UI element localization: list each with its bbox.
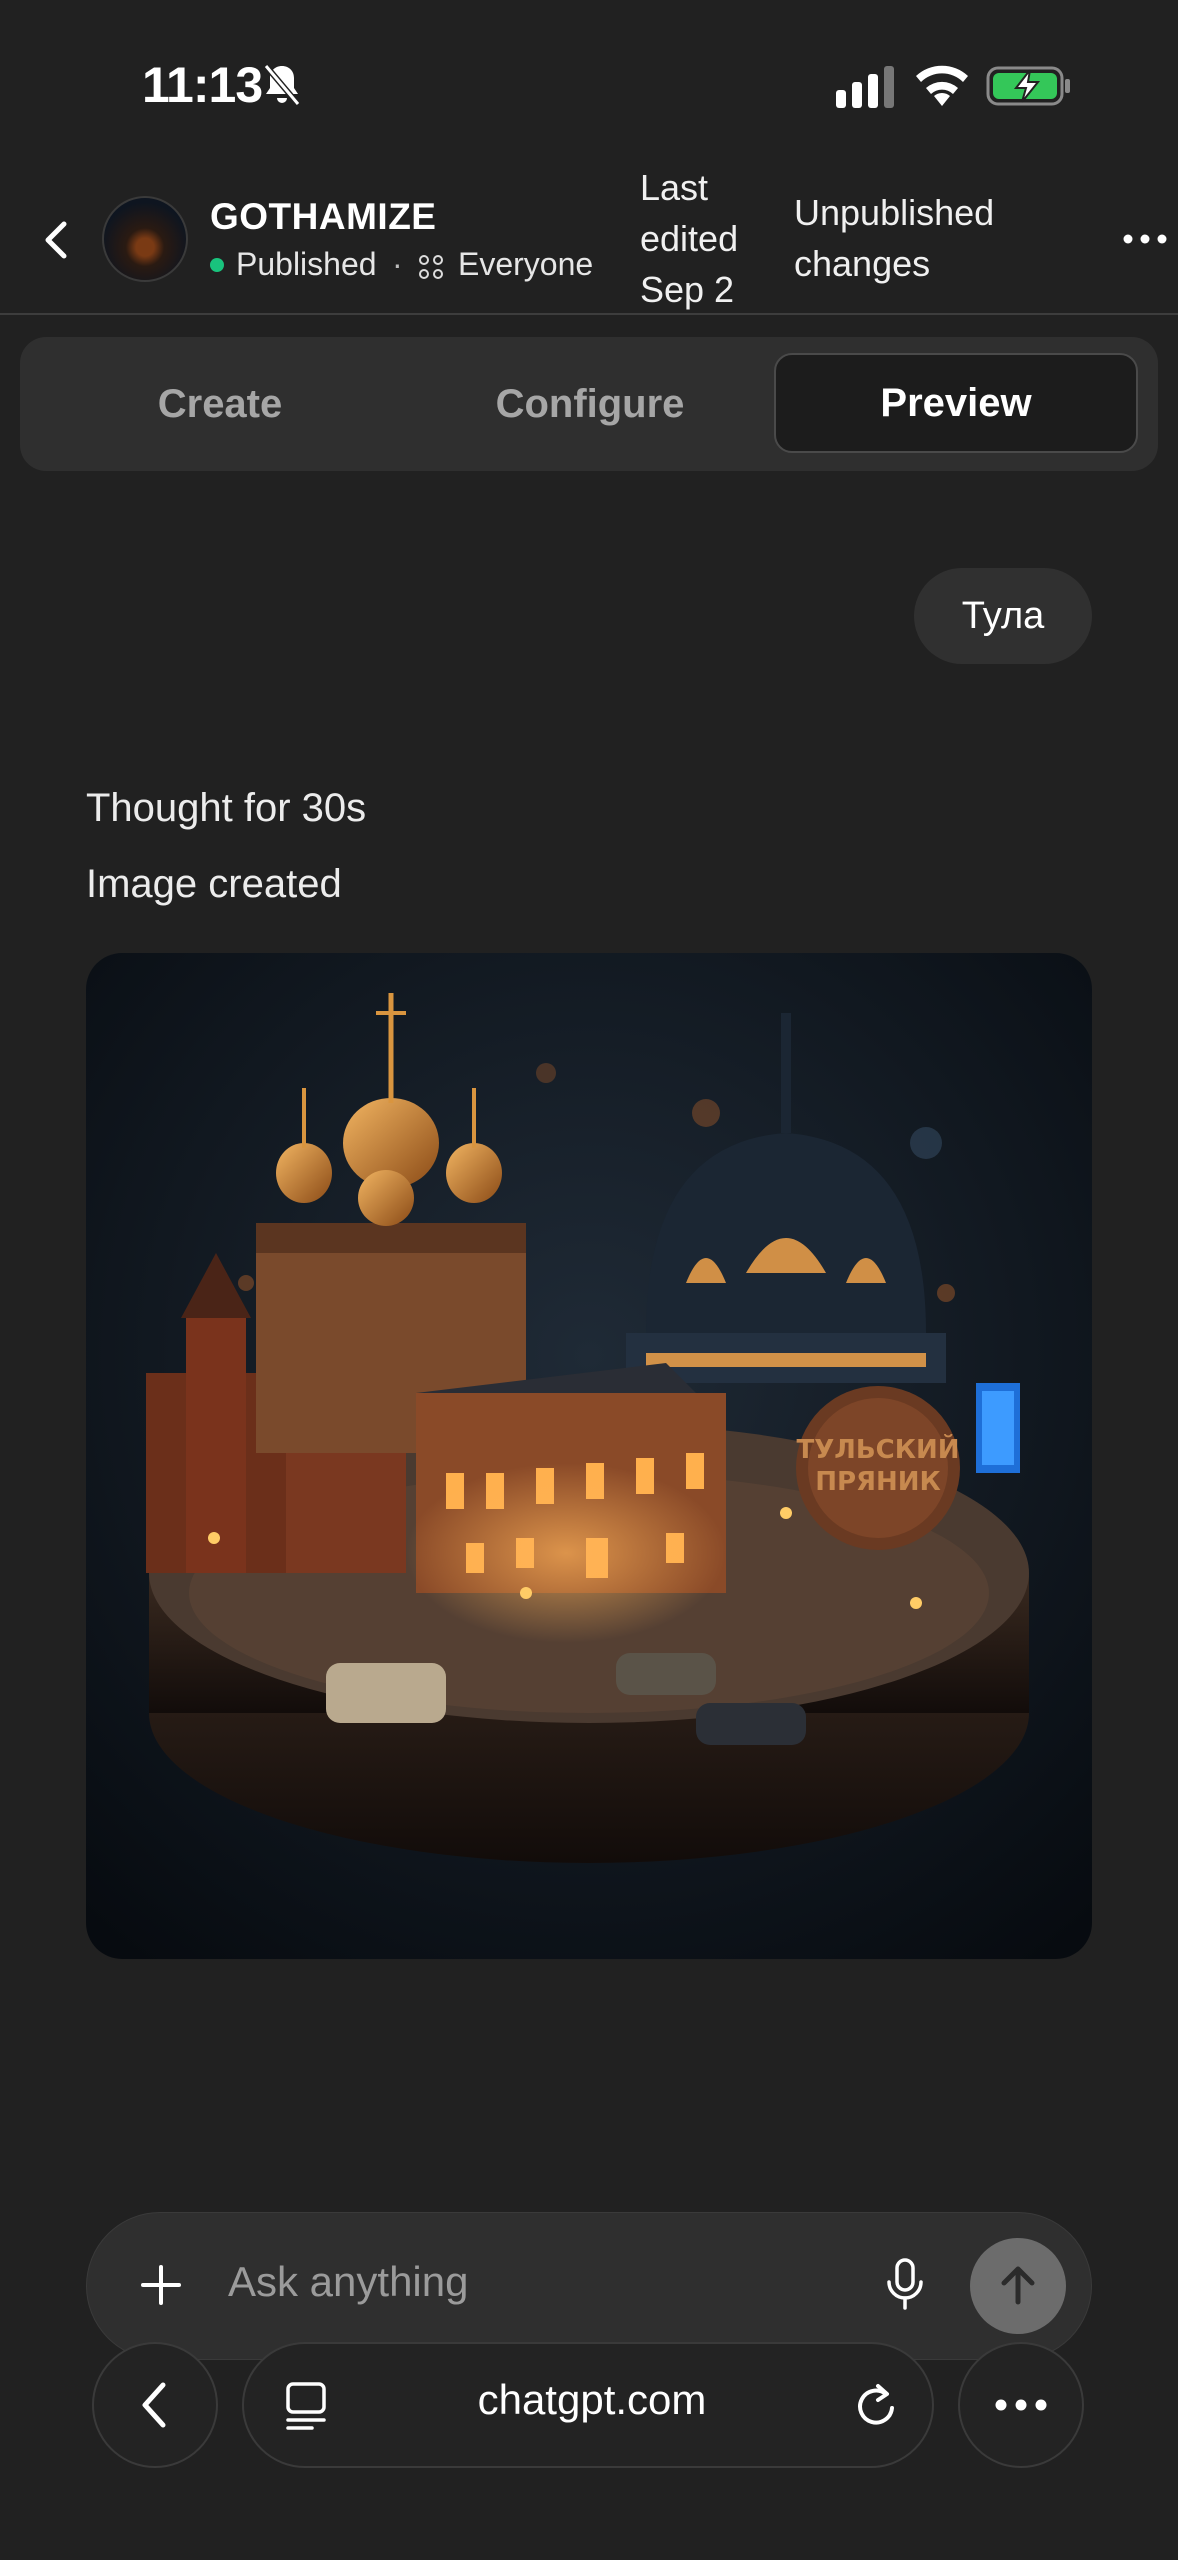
header-divider xyxy=(0,313,1178,315)
user-message: Тула xyxy=(914,568,1092,664)
svg-text:ПРЯНИК: ПРЯНИК xyxy=(815,1467,941,1497)
tab-configure[interactable]: Configure xyxy=(390,337,790,471)
more-icon xyxy=(995,2399,1047,2411)
published-status-dot xyxy=(210,258,224,272)
message-input[interactable]: Ask anything xyxy=(228,2258,468,2306)
back-icon xyxy=(142,2382,166,2428)
mode-tabs: Create Configure Preview xyxy=(20,337,1158,471)
status-time: 11:13 xyxy=(142,57,263,113)
browser-url[interactable]: chatgpt.com xyxy=(442,2376,742,2424)
published-status: Published xyxy=(236,246,377,282)
separator-dot: · xyxy=(392,246,403,282)
everyone-icon xyxy=(419,255,443,279)
arrow-up-icon xyxy=(1001,2266,1035,2305)
wifi-icon xyxy=(916,65,968,106)
generated-image[interactable]: ТУЛЬСКИЙ ПРЯНИК xyxy=(86,953,1092,1959)
battery-charging-icon xyxy=(986,66,1070,106)
reader-icon[interactable] xyxy=(282,2380,330,2432)
image-created-label: Image created xyxy=(86,862,342,906)
browser-back-button[interactable] xyxy=(92,2342,218,2468)
bell-slash-icon xyxy=(263,64,301,106)
plus-icon[interactable] xyxy=(136,2257,186,2313)
gpt-name[interactable]: GOTHAMIZE xyxy=(210,196,436,238)
send-button[interactable] xyxy=(970,2238,1066,2334)
gpt-avatar[interactable] xyxy=(102,196,188,282)
svg-text:ТУЛЬСКИЙ: ТУЛЬСКИЙ xyxy=(796,1433,959,1465)
last-edited-label: Last edited Sep 2 xyxy=(640,167,739,310)
unpublished-changes-link[interactable]: Unpublished changes xyxy=(794,187,1034,289)
tab-create[interactable]: Create xyxy=(20,337,420,471)
microphone-icon[interactable] xyxy=(882,2256,928,2314)
cellular-signal-icon xyxy=(836,66,894,108)
thought-duration[interactable]: Thought for 30s xyxy=(86,786,366,831)
tab-preview[interactable]: Preview xyxy=(774,353,1138,453)
browser-more-button[interactable] xyxy=(958,2342,1084,2468)
more-horizontal-icon[interactable] xyxy=(1122,226,1168,252)
reload-icon[interactable] xyxy=(852,2378,902,2432)
audience-label: Everyone xyxy=(458,246,594,282)
back-chevron-icon[interactable] xyxy=(30,210,82,270)
